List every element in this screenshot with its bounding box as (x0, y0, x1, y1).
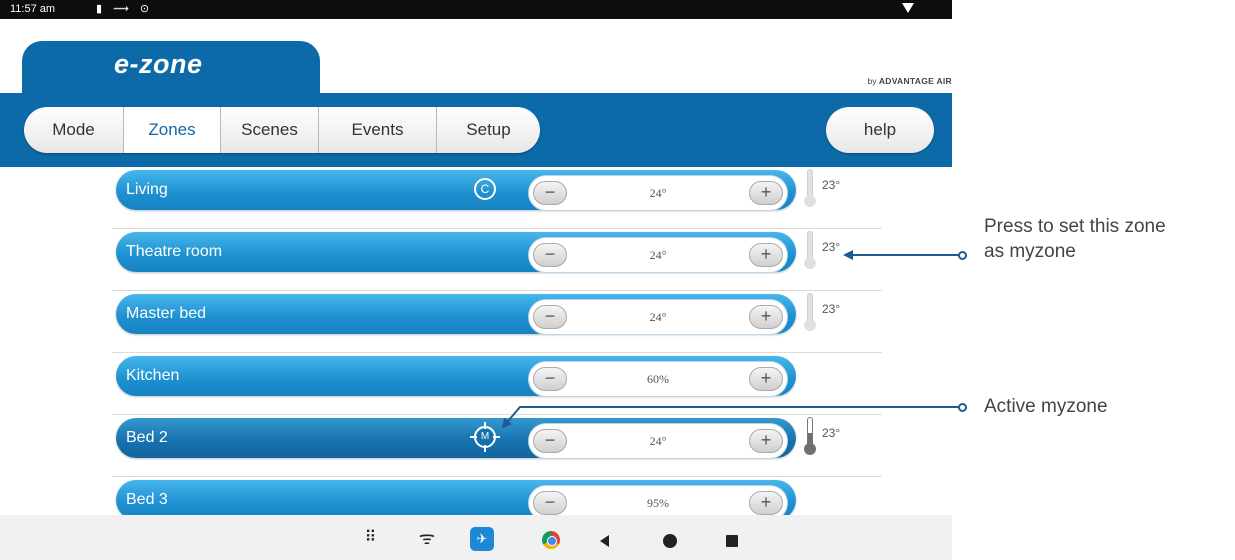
myzone-letter: M (477, 429, 493, 445)
callout-line-2: as myzone (984, 241, 1076, 262)
callout-line-1: Press to set this zone (984, 216, 1166, 237)
callout-line-active-myzone (501, 406, 962, 429)
callout-set-myzone: Press to set this zone as myzone (984, 214, 1166, 264)
callout-dot (958, 251, 967, 260)
callout-dot (958, 403, 967, 412)
callout-lines (501, 250, 962, 429)
callout-active-myzone: Active myzone (984, 396, 1108, 417)
